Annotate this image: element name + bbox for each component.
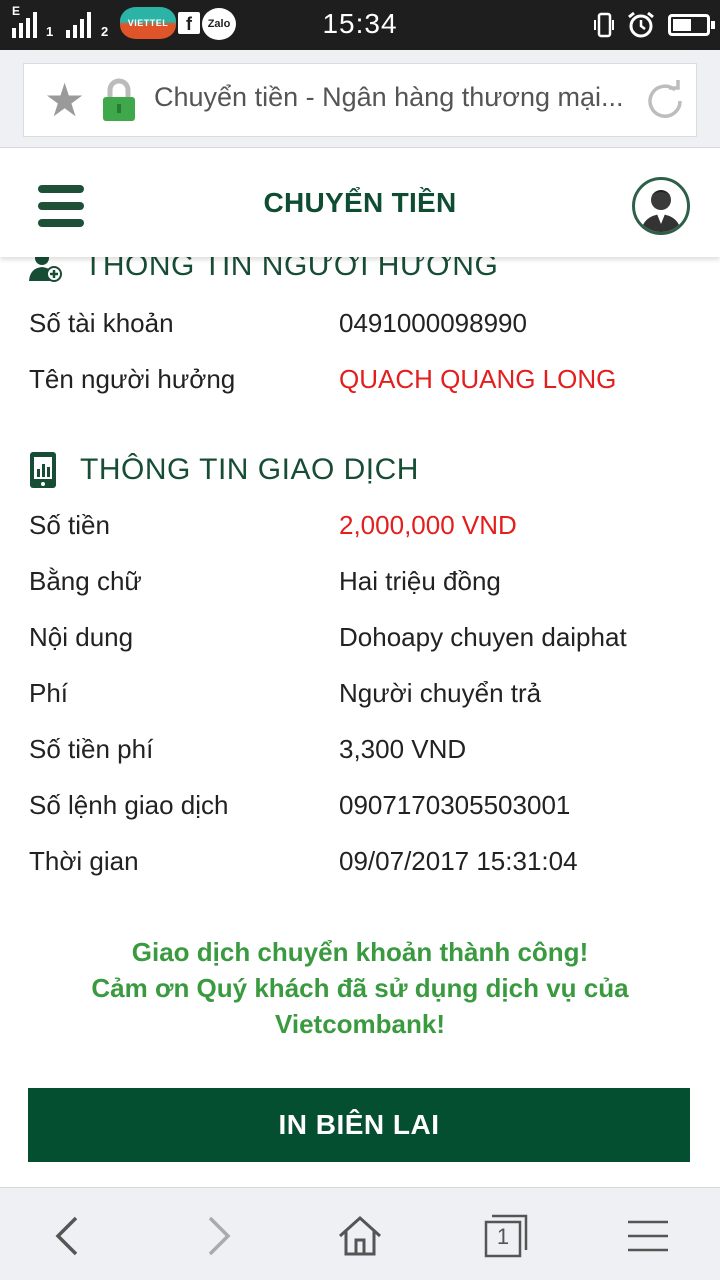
tab-count: 1 — [496, 1224, 510, 1249]
fee-row: Phí Người chuyển trả — [29, 678, 699, 718]
row-label: Số lệnh giao dịch — [29, 790, 229, 820]
amount-in-words-row: Bằng chữ Hai triệu đồng — [29, 566, 699, 606]
transaction-section-title: THÔNG TIN GIAO DỊCH — [80, 453, 419, 486]
beneficiary-icon — [29, 257, 62, 282]
battery-icon — [668, 14, 715, 36]
transaction-section-header: THÔNG TIN GIAO DỊCH — [28, 450, 419, 490]
fee-amount-row: Số tiền phí 3,300 VND — [29, 734, 699, 774]
amount-value: 2,000,000 VND — [339, 510, 517, 540]
row-label: Tên người hưởng — [29, 364, 236, 394]
account-number-value: 0491000098990 — [339, 308, 527, 338]
user-avatar-icon — [641, 190, 681, 232]
avatar[interactable] — [632, 177, 690, 235]
success-line-2: Cảm ơn Quý khách đã sử dụng dịch vụ của — [91, 973, 629, 1003]
vibrate-icon — [594, 12, 614, 38]
fee-payer-value: Người chuyển trả — [339, 678, 542, 708]
page-url-title[interactable]: Chuyển tiền - Ngân hàng thương mại... — [154, 82, 634, 113]
amount-in-words-value: Hai triệu đồng — [339, 566, 501, 596]
fee-amount-value: 3,300 VND — [339, 734, 467, 764]
battery-level — [673, 19, 691, 31]
row-label: Nội dung — [29, 622, 134, 652]
page-title: CHUYỂN TIỀN — [263, 187, 457, 218]
back-icon[interactable] — [44, 1212, 92, 1260]
browser-bottom-nav: 1 — [0, 1187, 720, 1280]
row-label: Phí — [29, 678, 69, 708]
success-line-3: Vietcombank! — [274, 1009, 445, 1039]
row-label: Số tiền phí — [29, 734, 154, 764]
row-label: Số tài khoản — [29, 308, 174, 338]
beneficiary-name-value: QUACH QUANG LONG — [339, 364, 617, 394]
lock-icon — [103, 78, 135, 121]
row-label: Số tiền — [29, 510, 110, 540]
menu-icon[interactable] — [624, 1212, 672, 1260]
print-receipt-button[interactable]: IN BIÊN LAI — [28, 1088, 690, 1162]
app-header: CHUYỂN TIỀN — [0, 149, 720, 257]
time-value: 09/07/2017 15:31:04 — [339, 846, 578, 876]
tabs-icon[interactable]: 1 — [482, 1212, 530, 1260]
address-bar[interactable]: ★ Chuyển tiền - Ngân hàng thương mại... — [23, 63, 697, 137]
browser-toolbar: ★ Chuyển tiền - Ngân hàng thương mại... — [0, 50, 720, 148]
success-line-1: Giao dịch chuyển khoản thành công! — [131, 937, 589, 967]
transaction-id-value: 0907170305503001 — [339, 790, 571, 820]
transaction-document-icon — [30, 452, 56, 488]
alarm-icon — [628, 11, 654, 38]
amount-row: Số tiền 2,000,000 VND — [29, 510, 699, 550]
status-bar: E 1 2 VIETTEL f Zalo 15:34 — [0, 0, 720, 50]
beneficiary-name-row: Tên người hưởng QUACH QUANG LONG — [29, 364, 699, 404]
time-row: Thời gian 09/07/2017 15:31:04 — [29, 846, 699, 886]
transfer-result-content: THÔNG TIN NGƯỜI HƯỞNG Số tài khoản 04910… — [0, 257, 720, 1187]
content-value: Dohoapy chuyen daiphat — [339, 622, 627, 652]
success-message: Giao dịch chuyển khoản thành công! Cảm ơ… — [0, 934, 720, 1042]
star-icon[interactable]: ★ — [44, 76, 92, 124]
transaction-id-row: Số lệnh giao dịch 0907170305503001 — [29, 790, 699, 830]
beneficiary-section-header: THÔNG TIN NGƯỜI HƯỞNG — [28, 257, 498, 283]
beneficiary-section-title: THÔNG TIN NGƯỜI HƯỞNG — [84, 257, 499, 282]
forward-icon[interactable] — [194, 1212, 242, 1260]
content-row: Nội dung Dohoapy chuyen daiphat — [29, 622, 699, 662]
reload-icon[interactable] — [642, 78, 688, 124]
home-icon[interactable] — [336, 1212, 384, 1260]
account-number-row: Số tài khoản 0491000098990 — [29, 308, 699, 348]
row-label: Thời gian — [29, 846, 139, 876]
row-label: Bằng chữ — [29, 566, 142, 596]
